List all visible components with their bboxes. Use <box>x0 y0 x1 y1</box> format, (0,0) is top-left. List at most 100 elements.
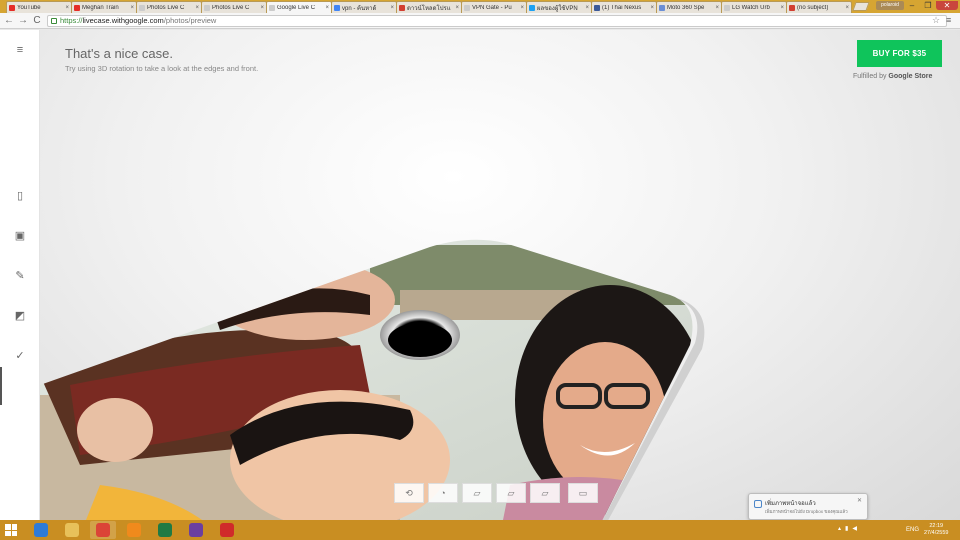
tab-title: Google Live C <box>277 4 316 11</box>
tab-title: (1) Thai Nexus <box>602 4 642 11</box>
tab-close-icon[interactable]: × <box>260 5 264 11</box>
phone-case-3d-render[interactable] <box>40 235 740 520</box>
tab-close-icon[interactable]: × <box>845 5 849 11</box>
address-bar[interactable]: https://livecase.withgoogle.com/photos/p… <box>47 15 947 27</box>
excel-app[interactable] <box>152 521 178 539</box>
window-profile-badge: polaroid <box>876 1 904 10</box>
explorer-app[interactable] <box>59 521 85 539</box>
maximize-button[interactable]: ❐ <box>920 1 936 10</box>
view-side-right-button[interactable]: ▱ <box>462 483 492 503</box>
browser-menu-icon[interactable]: ≡ <box>946 15 951 25</box>
tab-close-icon[interactable]: × <box>780 5 784 11</box>
opera-app[interactable] <box>214 521 240 539</box>
tab-favicon-icon <box>334 4 340 11</box>
tab-title: ดาวน์โหลดโปรแ <box>407 5 451 12</box>
windows-start-icon[interactable] <box>5 524 17 536</box>
left-rail: ≡ ▯ ▣ ✎ ◩ ✓ <box>0 30 40 520</box>
new-tab-button[interactable] <box>852 2 870 11</box>
ie-app-icon <box>34 523 48 537</box>
tab-close-icon[interactable]: × <box>455 5 459 11</box>
tab-favicon-icon <box>529 4 535 11</box>
rail-photo-icon[interactable]: ▣ <box>12 228 28 244</box>
tab-close-icon[interactable]: × <box>65 5 69 11</box>
tab-title: (no subject) <box>797 4 829 11</box>
chrome-app[interactable] <box>90 521 116 539</box>
bookmark-star-icon[interactable]: ☆ <box>932 15 940 26</box>
tab-close-icon[interactable]: × <box>325 5 329 11</box>
browser-tab[interactable]: Photos Live C × <box>136 1 202 13</box>
browser-tab[interactable]: Photos Live C × <box>201 1 267 13</box>
buy-button[interactable]: BUY FOR $35 <box>857 40 942 67</box>
back-button[interactable]: ← <box>3 15 15 27</box>
view-side-left-button[interactable]: ▱ <box>496 483 526 503</box>
browser-tab[interactable]: Google Live C × <box>266 1 332 13</box>
tab-favicon-icon <box>399 4 405 11</box>
vs-app-icon <box>189 523 203 537</box>
chrome-app-icon <box>96 523 110 537</box>
view-back-button[interactable]: ◔ <box>428 483 458 503</box>
tab-favicon-icon <box>269 4 275 11</box>
rail-check-icon[interactable]: ✓ <box>12 348 28 364</box>
browser-tab[interactable]: YouTube × <box>6 1 72 13</box>
browser-tab[interactable]: VPN Gate - Pu × <box>461 1 527 13</box>
tab-close-icon[interactable]: × <box>130 5 134 11</box>
tab-close-icon[interactable]: × <box>520 5 524 11</box>
reload-button[interactable]: C <box>31 15 43 27</box>
tab-title: ผลของผู้ใช้VPN <box>537 5 578 12</box>
forward-button[interactable]: → <box>17 15 29 27</box>
notification-close-icon[interactable]: ✕ <box>857 497 862 504</box>
rotate-3d-button[interactable]: ⟲ <box>394 483 424 503</box>
tab-favicon-icon <box>9 4 15 11</box>
vlc-app[interactable] <box>121 521 147 539</box>
tab-favicon-icon <box>139 4 145 11</box>
vlc-app-icon <box>127 523 141 537</box>
tab-title: Photos Live C <box>147 4 185 11</box>
url-host: livecase.withgoogle.com <box>82 16 164 25</box>
tab-close-icon[interactable]: × <box>195 5 199 11</box>
rail-layout-icon[interactable]: ◩ <box>12 308 28 324</box>
case-preview-stage: That's a nice case. Try using 3D rotatio… <box>40 30 960 520</box>
tray-volume-icon[interactable]: ◀ <box>852 525 857 532</box>
fulfilled-prefix: Fulfilled by <box>853 73 887 80</box>
view-edge-button[interactable]: ▱ <box>530 483 560 503</box>
tab-close-icon[interactable]: × <box>715 5 719 11</box>
tab-favicon-icon <box>464 4 470 11</box>
taskbar-clock[interactable]: 22:19 27/4/2559 <box>924 523 948 537</box>
browser-tab[interactable]: (no subject) × <box>786 1 852 13</box>
tab-favicon-icon <box>204 4 210 11</box>
dropbox-icon <box>754 500 762 508</box>
url-scheme: https:// <box>60 16 83 25</box>
hamburger-menu-icon[interactable]: ≡ <box>12 42 28 58</box>
tab-close-icon[interactable]: × <box>390 5 394 11</box>
browser-tab[interactable]: (1) Thai Nexus × <box>591 1 657 13</box>
dropbox-notification[interactable]: เพิ่มภาพหน้าจอแล้ว เพิ่มภาพหน้าจอไปยัง D… <box>748 493 868 520</box>
tab-favicon-icon <box>594 4 600 11</box>
browser-tab[interactable]: LG Watch Urb × <box>721 1 787 13</box>
notification-title: เพิ่มภาพหน้าจอแล้ว <box>765 501 816 507</box>
tab-close-icon[interactable]: × <box>650 5 654 11</box>
view-front-button[interactable]: ▭ <box>568 483 598 503</box>
minimize-button[interactable]: – <box>904 1 920 10</box>
rail-edit-icon[interactable]: ✎ <box>12 268 28 284</box>
browser-tab[interactable]: Moto 360 Spe × <box>656 1 722 13</box>
tab-favicon-icon <box>724 4 730 11</box>
fulfilled-by: Fulfilled by Google Store <box>853 73 932 80</box>
language-indicator[interactable]: ENG <box>906 527 919 533</box>
browser-tab[interactable]: ดาวน์โหลดโปรแ × <box>396 1 462 13</box>
excel-app-icon <box>158 523 172 537</box>
browser-tab[interactable]: ผลของผู้ใช้VPN × <box>526 1 592 13</box>
browser-tab[interactable]: Meghan Train × <box>71 1 137 13</box>
rotation-controls: ⟲ ◔ ▱ ▱ ▱ ▭ <box>394 483 602 505</box>
tab-title: LG Watch Urb <box>732 4 770 11</box>
tab-close-icon[interactable]: × <box>585 5 589 11</box>
close-window-button[interactable]: ✕ <box>936 1 958 10</box>
tab-favicon-icon <box>659 4 665 11</box>
ie-app[interactable] <box>28 521 54 539</box>
tray-arrow-icon[interactable]: ▴ <box>838 525 841 532</box>
clock-time: 22:19 <box>929 523 944 529</box>
vs-app[interactable] <box>183 521 209 539</box>
page-subtitle: Try using 3D rotation to take a look at … <box>65 64 259 73</box>
rail-phone-icon[interactable]: ▯ <box>12 188 28 204</box>
tray-network-icon[interactable]: ▮ <box>845 525 848 532</box>
browser-tab[interactable]: vpn - ค้นหาด้ × <box>331 1 397 13</box>
